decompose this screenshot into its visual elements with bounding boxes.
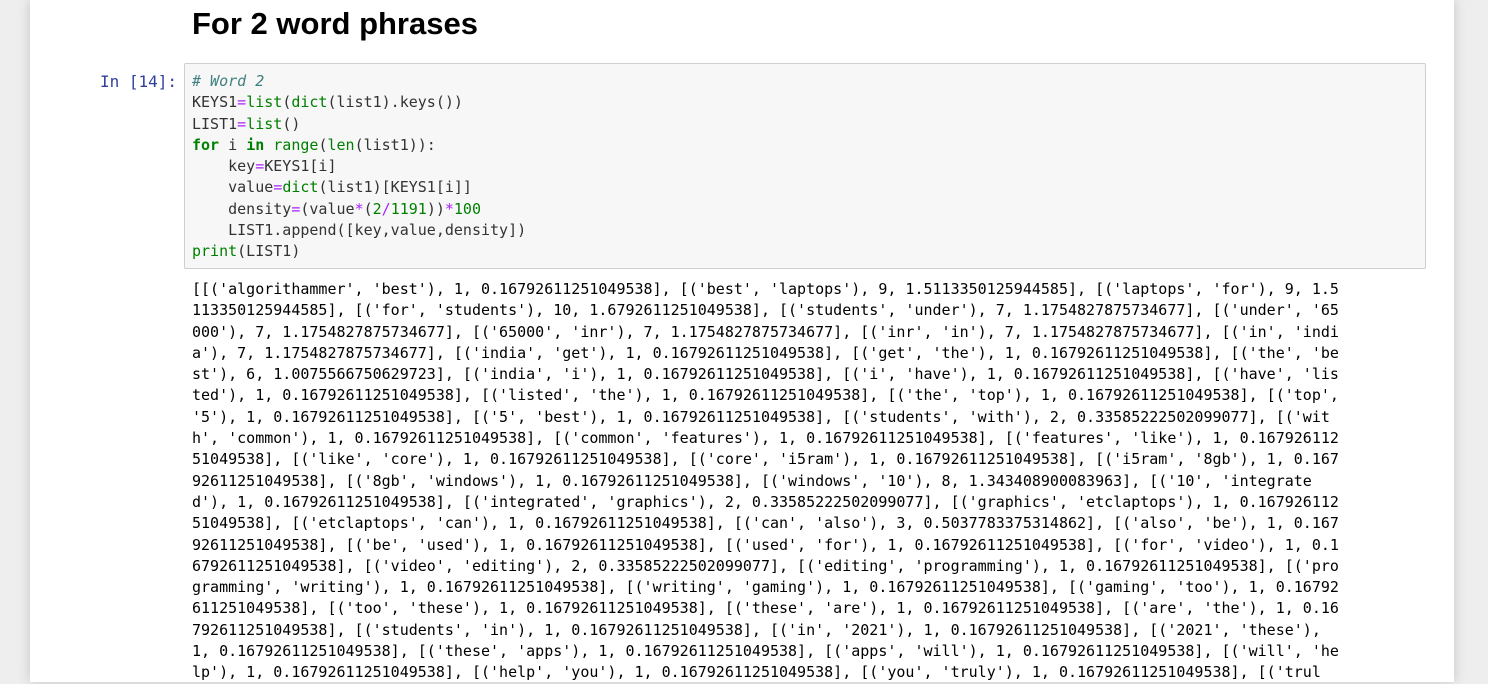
code-builtin: list [246,93,283,112]
code-token: (list1).keys()) [327,93,463,112]
code-builtin: print [192,242,238,261]
input-prompt: In [14]: [100,72,178,91]
output-line: [[('algorithammer', 'best'), 1, 0.167926… [192,280,1339,298]
code-keyword: in [246,135,265,154]
code-builtin: dict [291,93,328,112]
section-heading: For 2 word phrases [192,6,478,41]
output-line: 51049538], [('etclaptops', 'can'), 1, 0.… [192,514,1339,533]
code-token: LIST1 [192,114,238,133]
code-token: (value [300,199,355,218]
output-line: ted'), 1, 0.16792611251049538], [('liste… [192,386,1339,405]
code-token: key [192,157,256,176]
output-line: a'), 7, 1.1754827875734677], [('india', … [192,343,1339,362]
output-line: 6792611251049538], [('video', 'editing')… [192,556,1339,575]
code-number: 1191 [390,199,427,218]
code-editor[interactable]: # Word 2 KEYS1=list(dict(list1).keys()) … [192,71,526,263]
code-token: (list1)): [354,135,436,154]
code-keyword: for [192,135,220,154]
output-line: h', 'common'), 1, 0.16792611251049538], … [192,429,1339,448]
code-comment: # Word 2 [192,72,265,90]
code-token: (list1)[KEYS1[i]] [318,178,472,197]
code-builtin: range [273,135,319,154]
code-token: () [282,114,301,133]
cell-output: [[('algorithammer', 'best'), 1, 0.167926… [192,279,1339,684]
code-token: ( [363,199,373,218]
notebook-container: For 2 word phrases In [14]: # Word 2 KEY… [30,0,1454,682]
output-line: lp'), 1, 0.16792611251049538], [('help',… [192,663,1321,682]
output-line: 611251049538], [('too', 'these'), 1, 0.1… [192,599,1339,618]
output-line: 51049538], [('like', 'core'), 1, 0.16792… [192,450,1339,469]
code-builtin: dict [282,178,319,197]
code-builtin: list [246,114,283,133]
output-line: 1, 0.16792611251049538], [('these', 'app… [192,642,1339,661]
output-line: 000'), 7, 1.1754827875734677], [('65000'… [192,322,1339,341]
code-cell-input[interactable]: # Word 2 KEYS1=list(dict(list1).keys()) … [184,63,1426,269]
code-number: 2 [372,199,382,218]
output-line: 92611251049538], [('be', 'used'), 1, 0.1… [192,535,1339,554]
code-token: KEYS1[i] [264,157,337,176]
output-line: gramming', 'writing'), 1, 0.167926112510… [192,578,1339,597]
code-token: (LIST1) [237,242,301,261]
output-line: 792611251049538], [('students', 'in'), 1… [192,620,1321,639]
code-builtin: len [327,135,355,154]
code-token: ( [282,93,292,112]
code-token: LIST1.append([key,value,density]) [192,221,527,240]
output-line: 113350125944585], [('for', 'students'), … [192,301,1339,320]
code-token: )) [426,199,445,218]
output-line: 92611251049538], [('8gb', 'windows'), 1,… [192,471,1312,490]
code-token: i [219,135,247,154]
output-line: st'), 6, 1.0075566750629723], [('india',… [192,365,1339,384]
code-token: KEYS1 [192,93,238,112]
output-line: '5'), 1, 0.16792611251049538], [('5', 'b… [192,407,1330,426]
code-token: value [192,178,274,197]
code-number: 100 [453,199,481,218]
code-token: density [192,199,292,218]
output-line: d'), 1, 0.16792611251049538], [('integra… [192,492,1339,511]
